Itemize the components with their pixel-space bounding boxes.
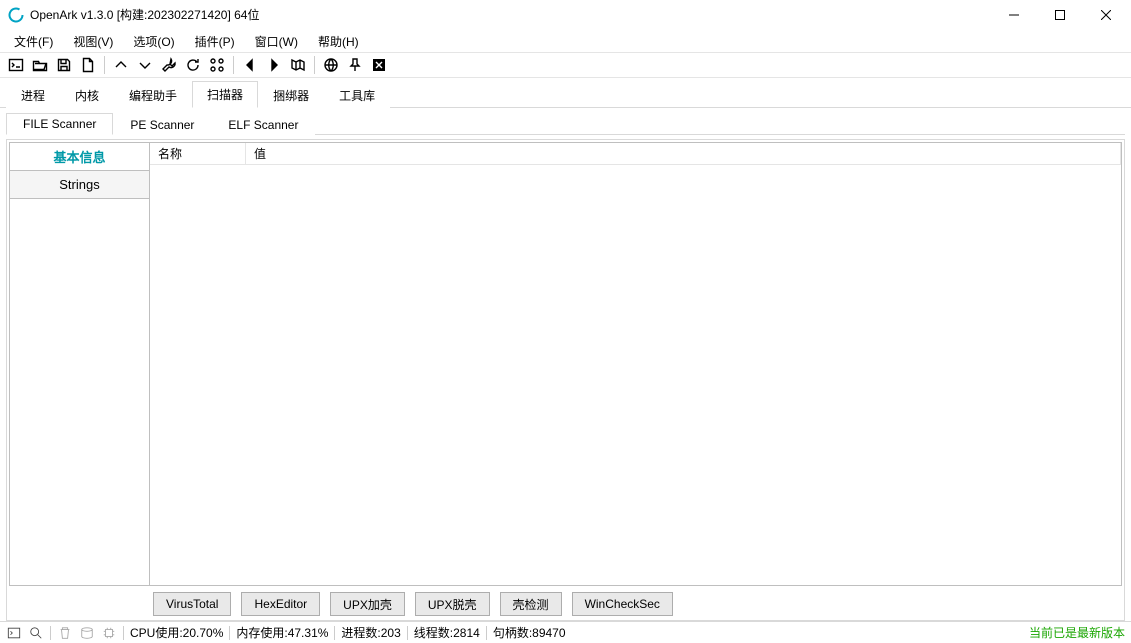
status-trash-icon[interactable] — [57, 625, 73, 641]
toolbar-grid-icon[interactable] — [207, 55, 227, 75]
status-cpu: CPU使用:20.70% — [130, 624, 223, 641]
subtab-elf-scanner[interactable]: ELF Scanner — [211, 114, 315, 135]
secondary-tabs: FILE Scanner PE Scanner ELF Scanner — [6, 111, 1125, 135]
titlebar: OpenArk v1.3.0 [构建:202302271420] 64位 — [0, 0, 1131, 30]
toolbar-globe-icon[interactable] — [321, 55, 341, 75]
menubar: 文件(F) 视图(V) 选项(O) 插件(P) 窗口(W) 帮助(H) — [0, 30, 1131, 52]
tab-bundler[interactable]: 捆绑器 — [258, 82, 324, 108]
toolbar-exit-icon[interactable] — [369, 55, 389, 75]
window-title: OpenArk v1.3.0 [构建:202302271420] 64位 — [30, 6, 259, 23]
status-threads: 线程数:2814 — [414, 624, 480, 641]
status-processes: 进程数:203 — [341, 624, 400, 641]
status-chip-icon[interactable] — [101, 625, 117, 641]
menu-view[interactable]: 视图(V) — [63, 31, 123, 52]
statusbar: CPU使用:20.70% 内存使用:47.31% 进程数:203 线程数:281… — [0, 621, 1131, 643]
tab-process[interactable]: 进程 — [6, 82, 60, 108]
tab-scanner[interactable]: 扫描器 — [192, 81, 258, 108]
status-handles: 句柄数:89470 — [493, 624, 566, 641]
maximize-button[interactable] — [1037, 0, 1083, 30]
btn-upx-pack[interactable]: UPX加壳 — [330, 592, 405, 616]
nav-basic-info[interactable]: 基本信息 — [10, 143, 149, 171]
menu-help[interactable]: 帮助(H) — [308, 31, 369, 52]
btn-shell-detect[interactable]: 壳检测 — [500, 592, 562, 616]
tab-utilities[interactable]: 工具库 — [324, 82, 390, 108]
toolbar-down-icon[interactable] — [135, 55, 155, 75]
btn-virustotal[interactable]: VirusTotal — [153, 592, 231, 616]
close-button[interactable] — [1083, 0, 1129, 30]
btn-hexeditor[interactable]: HexEditor — [241, 592, 320, 616]
btn-winchecksec[interactable]: WinCheckSec — [572, 592, 673, 616]
menu-window[interactable]: 窗口(W) — [245, 31, 308, 52]
menu-plugins[interactable]: 插件(P) — [185, 31, 245, 52]
toolbar-refresh-icon[interactable] — [183, 55, 203, 75]
status-disk-icon[interactable] — [79, 625, 95, 641]
nav-strings[interactable]: Strings — [10, 171, 149, 199]
status-latest-version: 当前已是最新版本 — [1029, 624, 1125, 641]
status-mem: 内存使用:47.31% — [236, 624, 328, 641]
subtab-pe-scanner[interactable]: PE Scanner — [113, 114, 211, 135]
status-console-icon[interactable] — [6, 625, 22, 641]
list-body[interactable] — [150, 165, 1121, 585]
menu-file[interactable]: 文件(F) — [4, 31, 63, 52]
toolbar-pin-icon[interactable] — [345, 55, 365, 75]
action-row: VirusTotal HexEditor UPX加壳 UPX脱壳 壳检测 Win… — [9, 586, 1122, 618]
toolbar-map-icon[interactable] — [288, 55, 308, 75]
column-value[interactable]: 值 — [246, 143, 1121, 164]
list-header: 名称 值 — [150, 143, 1121, 165]
toolbar-new-icon[interactable] — [78, 55, 98, 75]
app-logo-icon — [8, 7, 24, 23]
toolbar-console-icon[interactable] — [6, 55, 26, 75]
toolbar-back-icon[interactable] — [240, 55, 260, 75]
btn-upx-unpack[interactable]: UPX脱壳 — [415, 592, 490, 616]
status-search-icon[interactable] — [28, 625, 44, 641]
left-nav: 基本信息 Strings — [10, 143, 150, 585]
toolbar-up-icon[interactable] — [111, 55, 131, 75]
tab-coder[interactable]: 编程助手 — [114, 82, 192, 108]
menu-options[interactable]: 选项(O) — [123, 31, 184, 52]
right-pane: 名称 值 — [150, 143, 1121, 585]
primary-tabs: 进程 内核 编程助手 扫描器 捆绑器 工具库 — [0, 82, 1131, 108]
column-name[interactable]: 名称 — [150, 143, 246, 164]
page-scanner: FILE Scanner PE Scanner ELF Scanner 基本信息… — [6, 111, 1125, 621]
toolbar-open-icon[interactable] — [30, 55, 50, 75]
subtab-file-scanner[interactable]: FILE Scanner — [6, 113, 113, 135]
toolbar — [0, 52, 1131, 78]
toolbar-wrench-icon[interactable] — [159, 55, 179, 75]
minimize-button[interactable] — [991, 0, 1037, 30]
tab-kernel[interactable]: 内核 — [60, 82, 114, 108]
toolbar-save-icon[interactable] — [54, 55, 74, 75]
toolbar-forward-icon[interactable] — [264, 55, 284, 75]
scanner-content: 基本信息 Strings 名称 值 VirusTotal HexEditor U… — [6, 139, 1125, 621]
